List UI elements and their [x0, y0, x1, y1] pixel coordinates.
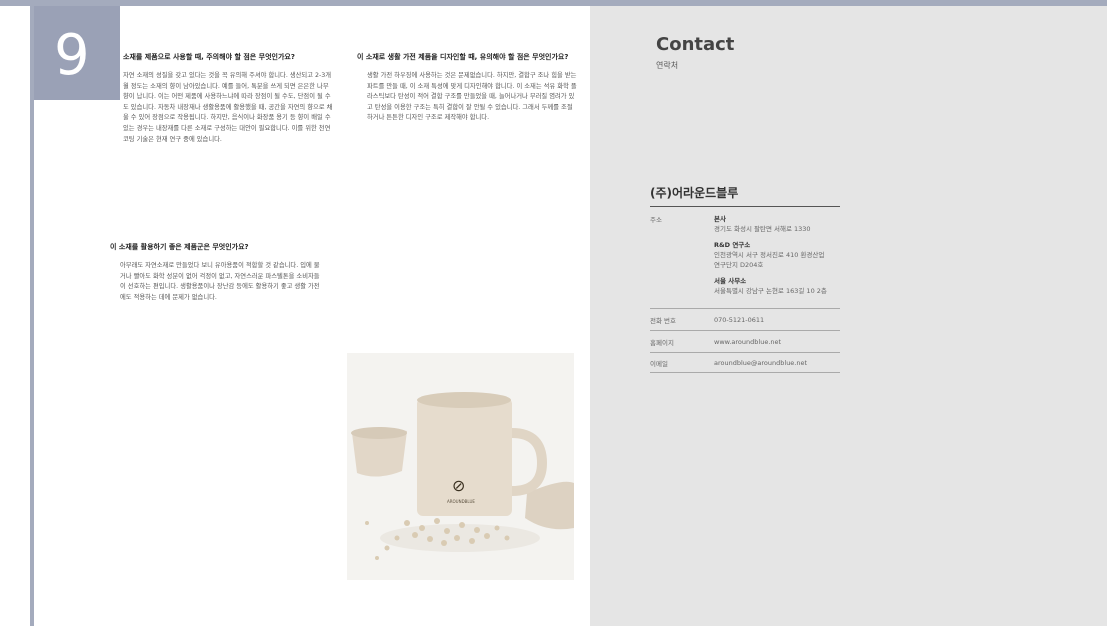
email-label: 이메일	[650, 360, 668, 368]
address-line: 서울특별시 강남구 논현로 163길 10 2층	[714, 287, 827, 295]
product-photo: ⊘ AROUNDBLUE	[347, 353, 574, 580]
mug-logo-caption: AROUNDBLUE	[447, 499, 475, 504]
faq-answer: 자연 소재의 성질을 갖고 있다는 것을 꼭 유의해 주셔야 합니다. 생산되고…	[123, 72, 333, 143]
page-number-badge: 9	[34, 6, 120, 100]
address-line: 경기도 화성시 팔탄면 서해로 1330	[714, 225, 811, 233]
faq-answer: 생활 가전 하우징에 사용하는 것은 문제없습니다. 하지만, 결합구 조나 힘…	[367, 72, 577, 122]
contact-divider	[650, 308, 840, 309]
address-rnd: R&D 연구소 인천광역시 서구 정서진로 410 환경산업 연구단지 D204…	[714, 240, 824, 270]
faq-question: 이 소재로 생활 가전 제품을 디자인할 때, 유의해야 할 점은 무엇인가요?	[357, 53, 569, 61]
contact-subtitle: 연락처	[656, 61, 679, 70]
address-name: R&D 연구소	[714, 241, 751, 249]
contact-divider	[650, 330, 840, 331]
faq-answer: 아무래도 자연소재로 만들었다 보니 유아용품이 적합할 것 같습니다. 입에 …	[120, 262, 320, 301]
address-seoul: 서울 사무소 서울특별시 강남구 논현로 163길 10 2층	[714, 276, 827, 296]
faq-item-2: 이 소재로 생활 가전 제품을 디자인할 때, 유의해야 할 점은 무엇인가요?…	[357, 52, 577, 124]
address-line: 연구단지 D204호	[714, 261, 764, 269]
address-line: 인천광역시 서구 정서진로 410 환경산업	[714, 251, 825, 259]
email-link[interactable]: aroundblue@aroundblue.net	[714, 358, 807, 368]
address-label: 주소	[650, 216, 662, 224]
address-hq: 본사 경기도 화성시 팔탄면 서해로 1330	[714, 214, 811, 234]
address-row: 주소 본사 경기도 화성시 팔탄면 서해로 1330 R&D 연구소 인천광역시…	[650, 214, 840, 304]
phone-label: 전화 번호	[650, 317, 676, 325]
address-name: 서울 사무소	[714, 277, 747, 285]
web-label: 홈페이지	[650, 339, 674, 347]
faq-item-3: 이 소재를 활용하기 좋은 제품군은 무엇인가요? 아무래도 자연소재로 만들었…	[110, 242, 320, 303]
company-divider	[650, 206, 840, 207]
mug-logo-icon: ⊘	[452, 476, 465, 495]
faq-question: 이 소재를 활용하기 좋은 제품군은 무엇인가요?	[110, 243, 249, 251]
product-photo-drawing: ⊘ AROUNDBLUE	[351, 392, 574, 560]
address-name: 본사	[714, 215, 726, 223]
faq-item-1: 소재를 제품으로 사용할 때, 주의해야 할 점은 무엇인가요? 자연 소재의 …	[123, 52, 333, 145]
web-link[interactable]: www.aroundblue.net	[714, 337, 781, 347]
phone-value[interactable]: 070-5121-0611	[714, 315, 764, 325]
contact-divider	[650, 372, 840, 373]
company-name: (주)어라운드블루	[650, 186, 739, 200]
faq-question: 소재를 제품으로 사용할 때, 주의해야 할 점은 무엇인가요?	[123, 53, 295, 61]
contact-title: Contact	[656, 34, 735, 55]
contact-divider	[650, 352, 840, 353]
